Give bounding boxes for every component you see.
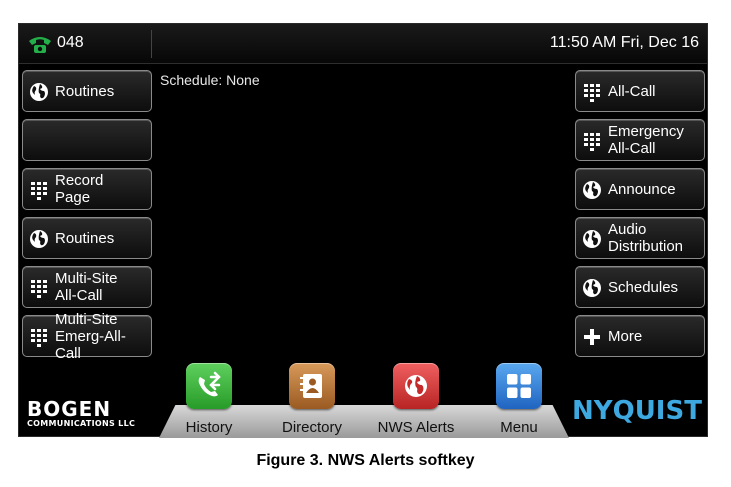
- plus-icon: [584, 329, 600, 345]
- dock-menu-button[interactable]: Menu: [479, 363, 559, 438]
- directory-tile: [289, 363, 335, 409]
- dock-nws-alerts-button[interactable]: NWS Alerts: [376, 363, 456, 438]
- keypad-icon: [584, 84, 600, 102]
- address-book-icon: [300, 374, 322, 398]
- softkey-label: More: [608, 327, 643, 345]
- softkey-label: Announce: [608, 180, 676, 198]
- keypad-icon: [31, 182, 47, 200]
- dock-label: Directory: [281, 419, 342, 436]
- softkey-right-emergency-all-call[interactable]: Emergency All-Call: [575, 119, 705, 161]
- softkey-label: Schedules: [608, 278, 679, 296]
- phone-handset-icon: [29, 37, 51, 53]
- globe-icon: [583, 279, 601, 297]
- softkey-left-empty[interactable]: [22, 119, 152, 161]
- softkey-right-all-call[interactable]: All-Call: [575, 70, 705, 112]
- softkey-right-schedules[interactable]: Schedules: [575, 266, 705, 308]
- nyquist-logo: NYQUIST: [572, 396, 702, 426]
- globe-icon: [30, 83, 48, 101]
- dock-label: Menu: [500, 419, 538, 436]
- softkey-left-routines-2[interactable]: Routines: [22, 217, 152, 259]
- status-bar: 048 11:50 AM Fri, Dec 16: [19, 24, 707, 64]
- softkey-right-audio-distribution[interactable]: Audio Distribution: [575, 217, 705, 259]
- keypad-icon: [31, 280, 47, 298]
- dock-label: NWS Alerts: [377, 419, 455, 436]
- extension-number: 048: [57, 34, 84, 51]
- globe-icon: [30, 230, 48, 248]
- schedule-status: Schedule: None: [160, 72, 260, 88]
- softkey-left-record-page[interactable]: Record Page: [22, 168, 152, 210]
- softkey-label: Audio Distribution: [608, 221, 684, 255]
- softkey-left-multi-site-emerg[interactable]: Multi-Site Emerg-All-Call: [22, 310, 152, 362]
- softkey-right-more[interactable]: More: [575, 315, 705, 357]
- keypad-icon: [31, 329, 47, 347]
- menu-tile: [496, 363, 542, 409]
- dock-directory-button[interactable]: Directory: [272, 363, 352, 438]
- softkey-right-announce[interactable]: Announce: [575, 168, 705, 210]
- phone-screen: 048 11:50 AM Fri, Dec 16 Schedule: None …: [18, 23, 708, 438]
- softkey-label: Routines: [55, 82, 115, 100]
- softkey-label: Multi-Site All-Call: [55, 270, 118, 304]
- softkey-left-multi-site-all-call[interactable]: Multi-Site All-Call: [22, 266, 152, 308]
- globe-icon: [583, 230, 601, 248]
- softkey-label: Emergency All-Call: [608, 123, 684, 157]
- softkey-left-routines[interactable]: Routines: [22, 70, 152, 112]
- figure-caption: Figure 3. NWS Alerts softkey: [256, 452, 475, 469]
- dock-label: History: [185, 419, 233, 436]
- globe-icon: [583, 181, 601, 199]
- nws-globe-icon: [405, 375, 427, 397]
- softkey-label: Multi-Site Emerg-All-Call: [55, 310, 126, 362]
- status-divider: [151, 30, 152, 58]
- keypad-icon: [584, 133, 600, 151]
- bogen-logo: BOGEN COMMUNICATIONS LLC: [27, 399, 135, 428]
- softkey-label: Record Page: [55, 172, 104, 206]
- history-phone-icon: [198, 371, 221, 397]
- history-tile: [186, 363, 232, 409]
- softkey-label: All-Call: [608, 82, 656, 100]
- dock-history-button[interactable]: History: [169, 363, 249, 438]
- softkey-label: Routines: [55, 229, 115, 247]
- clock: 11:50 AM Fri, Dec 16: [549, 34, 699, 51]
- bogen-logo-wordmark: BOGEN: [27, 397, 112, 421]
- grid-icon: [507, 374, 531, 398]
- nws-alerts-tile: [393, 363, 439, 409]
- bogen-logo-subtitle: COMMUNICATIONS LLC: [27, 419, 136, 428]
